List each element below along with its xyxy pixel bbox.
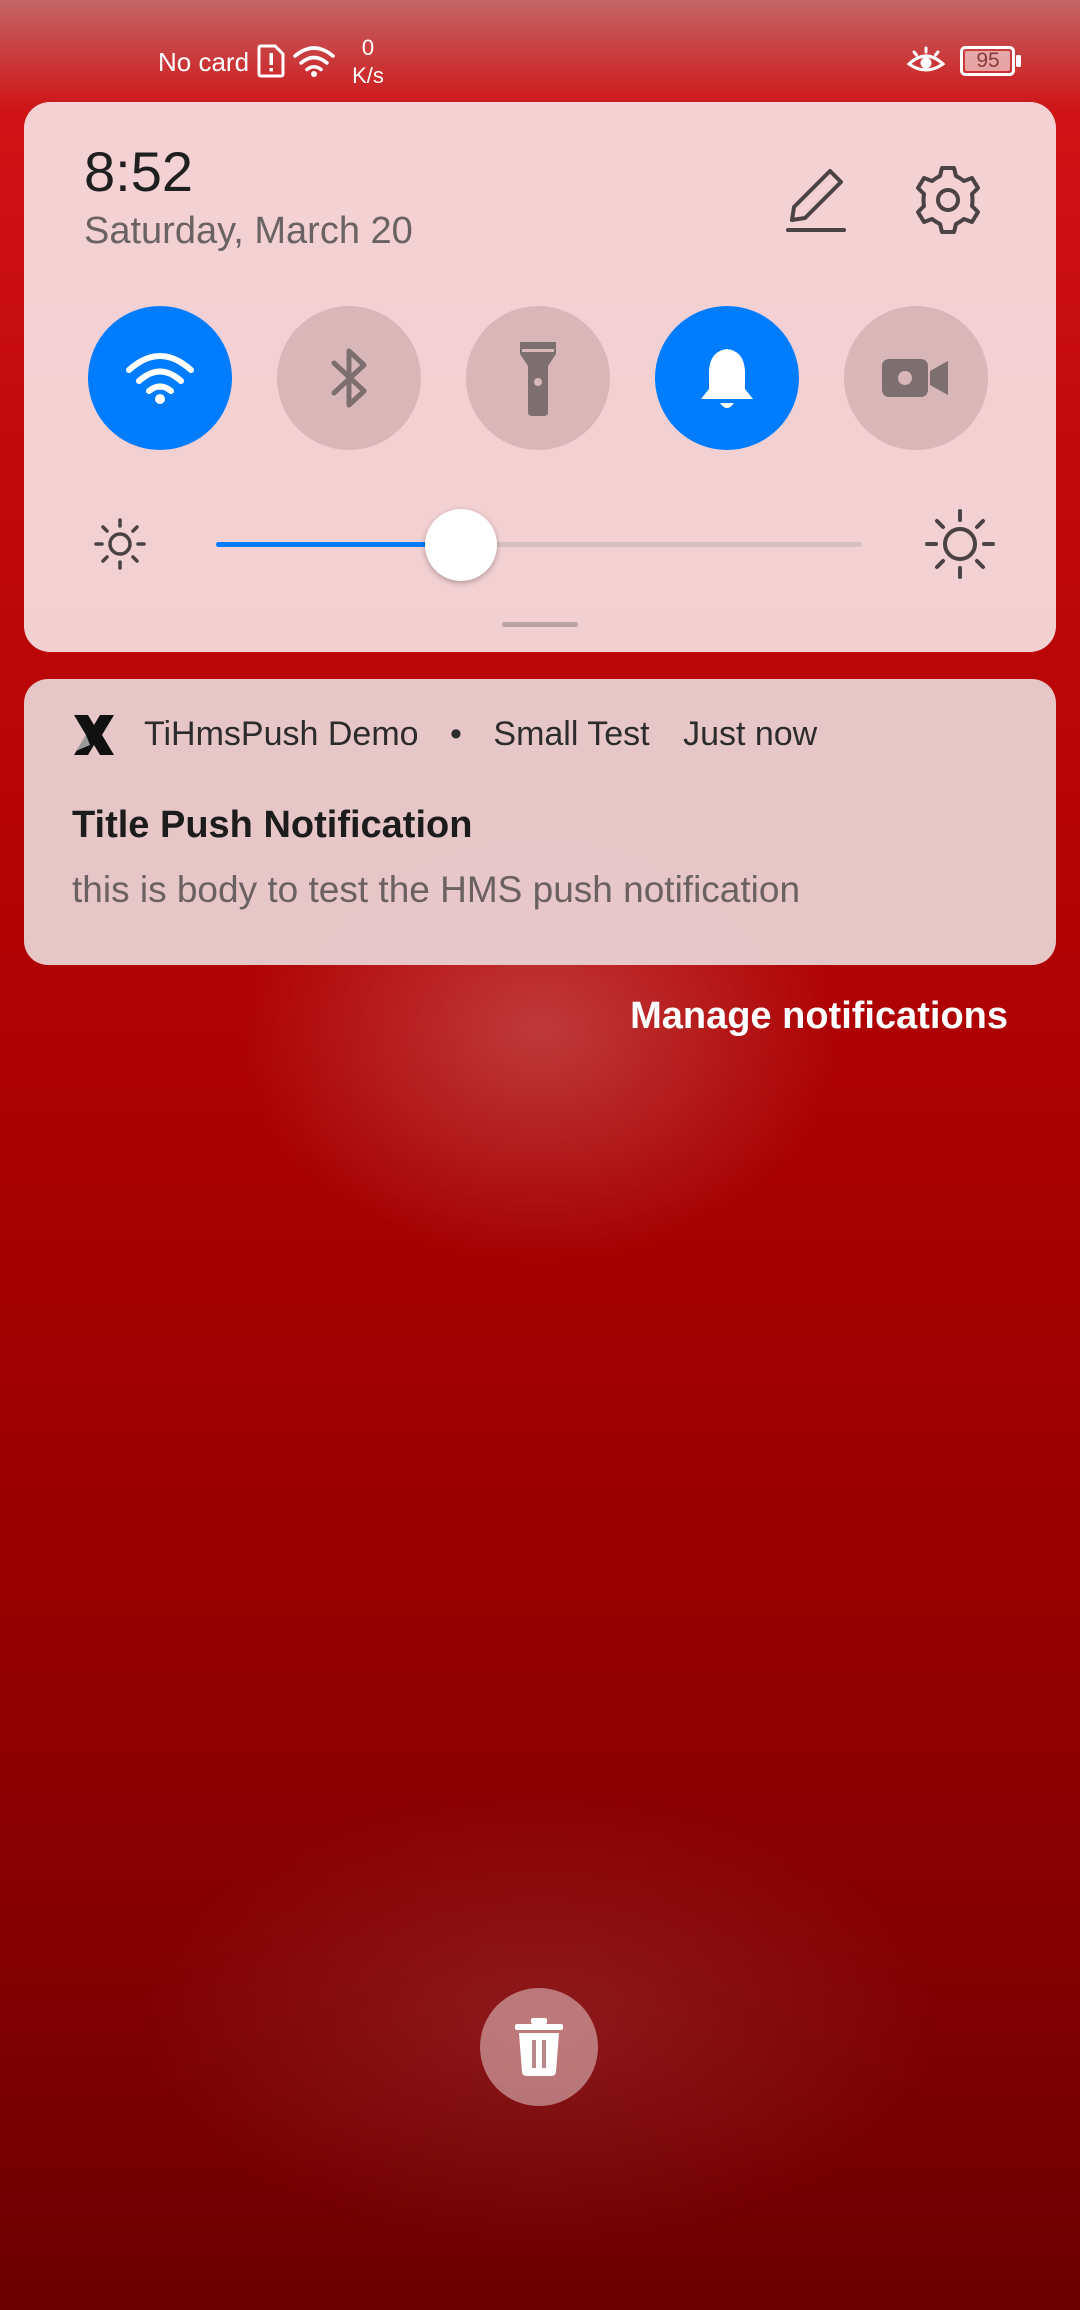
tile-flashlight[interactable] (466, 306, 610, 450)
notification-subtext: Small Test (493, 715, 650, 753)
notification-app-name: TiHmsPush Demo (144, 715, 419, 753)
tile-screen-recorder[interactable] (844, 306, 988, 450)
notification-separator: • (450, 715, 462, 753)
brightness-low-icon (92, 516, 148, 572)
sim-alert-icon (256, 44, 286, 83)
clear-all-button[interactable] (480, 1988, 598, 2106)
trash-icon (515, 2018, 563, 2076)
clock-time[interactable]: 8:52 (84, 139, 193, 204)
brightness-row (24, 492, 1056, 592)
panel-drag-handle[interactable] (502, 622, 578, 627)
notification-card[interactable]: TiHmsPush Demo • Small Test Just now Tit… (24, 679, 1056, 965)
carrier-text: No card (158, 47, 250, 77)
wifi-icon (292, 44, 336, 83)
brightness-slider-thumb[interactable] (425, 509, 498, 581)
bell-icon (701, 349, 753, 408)
clock-date[interactable]: Saturday, March 20 (84, 210, 413, 253)
brightness-slider[interactable] (216, 542, 862, 547)
network-speed: 0 K/s (348, 34, 388, 90)
tile-sound[interactable] (655, 306, 799, 450)
battery-icon: 95 (960, 46, 1022, 81)
brightness-high-icon (924, 508, 996, 580)
notification-time: Just now (683, 715, 818, 753)
flashlight-icon (520, 342, 556, 416)
notification-title: Title Push Notification (72, 804, 473, 846)
video-camera-icon (882, 359, 948, 397)
app-logo-icon (70, 711, 118, 759)
gear-icon[interactable] (910, 162, 986, 238)
bluetooth-icon (331, 348, 367, 408)
status-bar: No card 0 K/s 95 (0, 0, 1080, 100)
notification-body: this is body to test the HMS push notifi… (72, 869, 801, 910)
notification-header: TiHmsPush Demo • Small Test Just now (144, 715, 817, 754)
quick-settings-panel: 8:52 Saturday, March 20 (24, 102, 1056, 652)
wifi-icon (126, 353, 194, 404)
eye-comfort-icon (906, 46, 946, 81)
network-speed-unit: K/s (352, 63, 384, 88)
tile-wifi[interactable] (88, 306, 232, 450)
network-speed-value: 0 (361, 35, 375, 60)
manage-notifications-link[interactable]: Manage notifications (630, 995, 1008, 1038)
tile-bluetooth[interactable] (277, 306, 421, 450)
edit-icon[interactable] (778, 162, 854, 238)
battery-level: 95 (976, 49, 1000, 72)
